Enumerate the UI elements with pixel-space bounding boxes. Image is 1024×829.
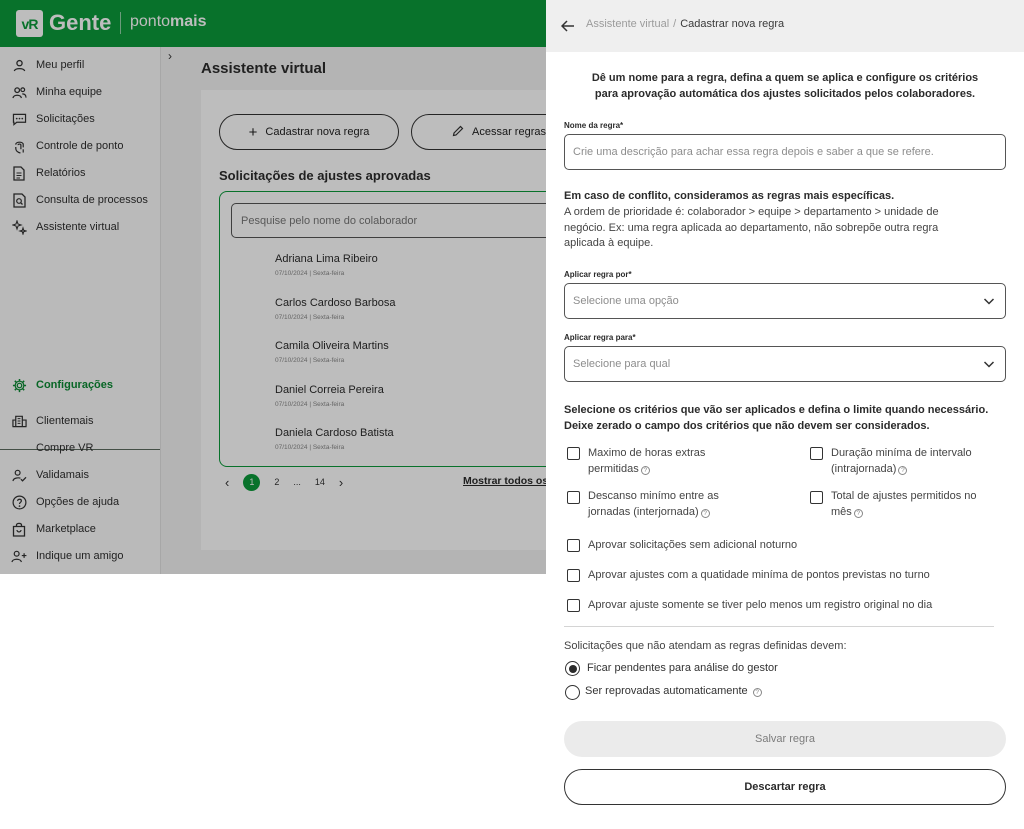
apply-to-label: Aplicar regra para* [564,333,636,342]
new-rule-drawer: Assistente virtual / Cadastrar nova regra … [546,0,1024,829]
rule-name-input[interactable]: Crie uma descrição para achar essa regra… [564,134,1006,170]
conflict-line: aplicada à equipe. [564,237,654,249]
rule-name-label: Nome da regra* [564,121,624,130]
apply-by-select[interactable]: Selecione uma opção [564,283,1006,319]
total-adjust-label-line: Total de ajustes permitidos no [831,490,977,502]
max-overtime-label-line: permitidas? [588,461,705,477]
reject-radio[interactable] [565,685,580,700]
save-rule-button[interactable]: Salvar regra [564,721,1006,757]
breadcrumb: Assistente virtual / Cadastrar nova regra [586,18,784,30]
conflict-title: Em caso de conflito, consideramos as reg… [564,190,895,202]
help-icon[interactable]: ? [752,688,762,697]
min-rest-checkbox[interactable] [567,491,580,504]
help-icon[interactable]: ? [898,466,908,475]
breadcrumb-parent[interactable]: Assistente virtual [586,18,669,30]
max-overtime-label-line: Maximo de horas extras [588,447,706,459]
apply-by-value: Selecione uma opção [573,295,679,307]
modal-overlay[interactable] [0,0,546,574]
max-overtime-checkbox[interactable] [567,447,580,460]
total-adjust-label-text: mês [831,506,852,518]
radio-selected-dot [568,664,577,673]
no-night-checkbox[interactable] [567,539,580,552]
apply-by-label: Aplicar regra por* [564,270,632,279]
reject-question: Solicitações que não atendam as regras d… [564,640,847,652]
intro-line: para aprovação automática dos ajustes so… [594,88,976,100]
original-record-label: Aprovar ajuste somente se tiver pelo men… [588,599,933,611]
chevron-down-icon [983,358,995,370]
max-overtime-label-text: permitidas [588,463,639,475]
chevron-down-icon [983,295,995,307]
intro-line: Dê um nome para a regra, defina a quem s… [591,72,979,84]
apply-to-select[interactable]: Selecione para qual [564,346,1006,382]
drawer-header: Assistente virtual / Cadastrar nova regra [546,0,1024,52]
min-rest-label: Descanso minímo entre as jornadas (inter… [588,488,719,520]
min-interval-label: Duração miníma de intervalo (intrajornad… [831,445,972,477]
criteria-line: Deixe zerado o campo dos critérios que n… [564,419,930,432]
help-icon[interactable]: ? [640,466,650,475]
pending-radio[interactable] [565,661,580,676]
help-icon[interactable]: ? [700,509,710,518]
total-adjust-label-line: mês? [831,504,977,520]
criteria-instructions: Selecione os critérios que vão ser aplic… [564,403,1004,434]
total-adjust-label: Total de ajustes permitidos no mês? [831,488,977,520]
min-interval-checkbox[interactable] [810,447,823,460]
help-icon[interactable]: ? [853,509,863,518]
min-interval-label-line: (intrajornada)? [831,461,972,477]
conflict-text: A ordem de prioridade é: colaborador > e… [564,205,994,252]
pending-radio-label[interactable]: Ficar pendentes para análise do gestor [587,662,778,674]
total-adjust-checkbox[interactable] [810,491,823,504]
back-arrow-icon[interactable] [558,16,578,36]
drawer-intro: Dê um nome para a regra, defina a quem s… [566,70,1004,102]
min-interval-label-line: Duração miníma de intervalo [831,447,972,459]
section-divider [564,626,994,627]
conflict-line: A ordem de prioridade é: colaborador > e… [564,206,939,218]
min-points-label: Aprovar ajustes com a quatidade miníma d… [588,569,930,581]
reject-radio-label[interactable]: Ser reprovadas automaticamente? [585,685,762,697]
min-rest-label-line: jornadas (interjornada)? [588,504,719,520]
min-points-checkbox[interactable] [567,569,580,582]
criteria-line: Selecione os critérios que vão ser aplic… [564,404,989,416]
min-rest-label-text: jornadas (interjornada) [588,506,699,518]
conflict-line: negócio. Ex: uma regra aplicada ao depar… [564,221,939,234]
min-rest-label-line: Descanso minímo entre as [588,490,719,502]
apply-to-value: Selecione para qual [573,358,671,370]
discard-rule-button[interactable]: Descartar regra [564,769,1006,805]
original-record-checkbox[interactable] [567,599,580,612]
min-interval-label-text: (intrajornada) [831,463,897,475]
breadcrumb-separator: / [673,18,677,30]
max-overtime-label: Maximo de horas extras permitidas? [588,445,705,477]
no-night-label: Aprovar solicitações sem adicional notur… [588,539,798,551]
reject-radio-text: Ser reprovadas automaticamente [585,685,748,697]
breadcrumb-current: Cadastrar nova regra [680,18,785,30]
